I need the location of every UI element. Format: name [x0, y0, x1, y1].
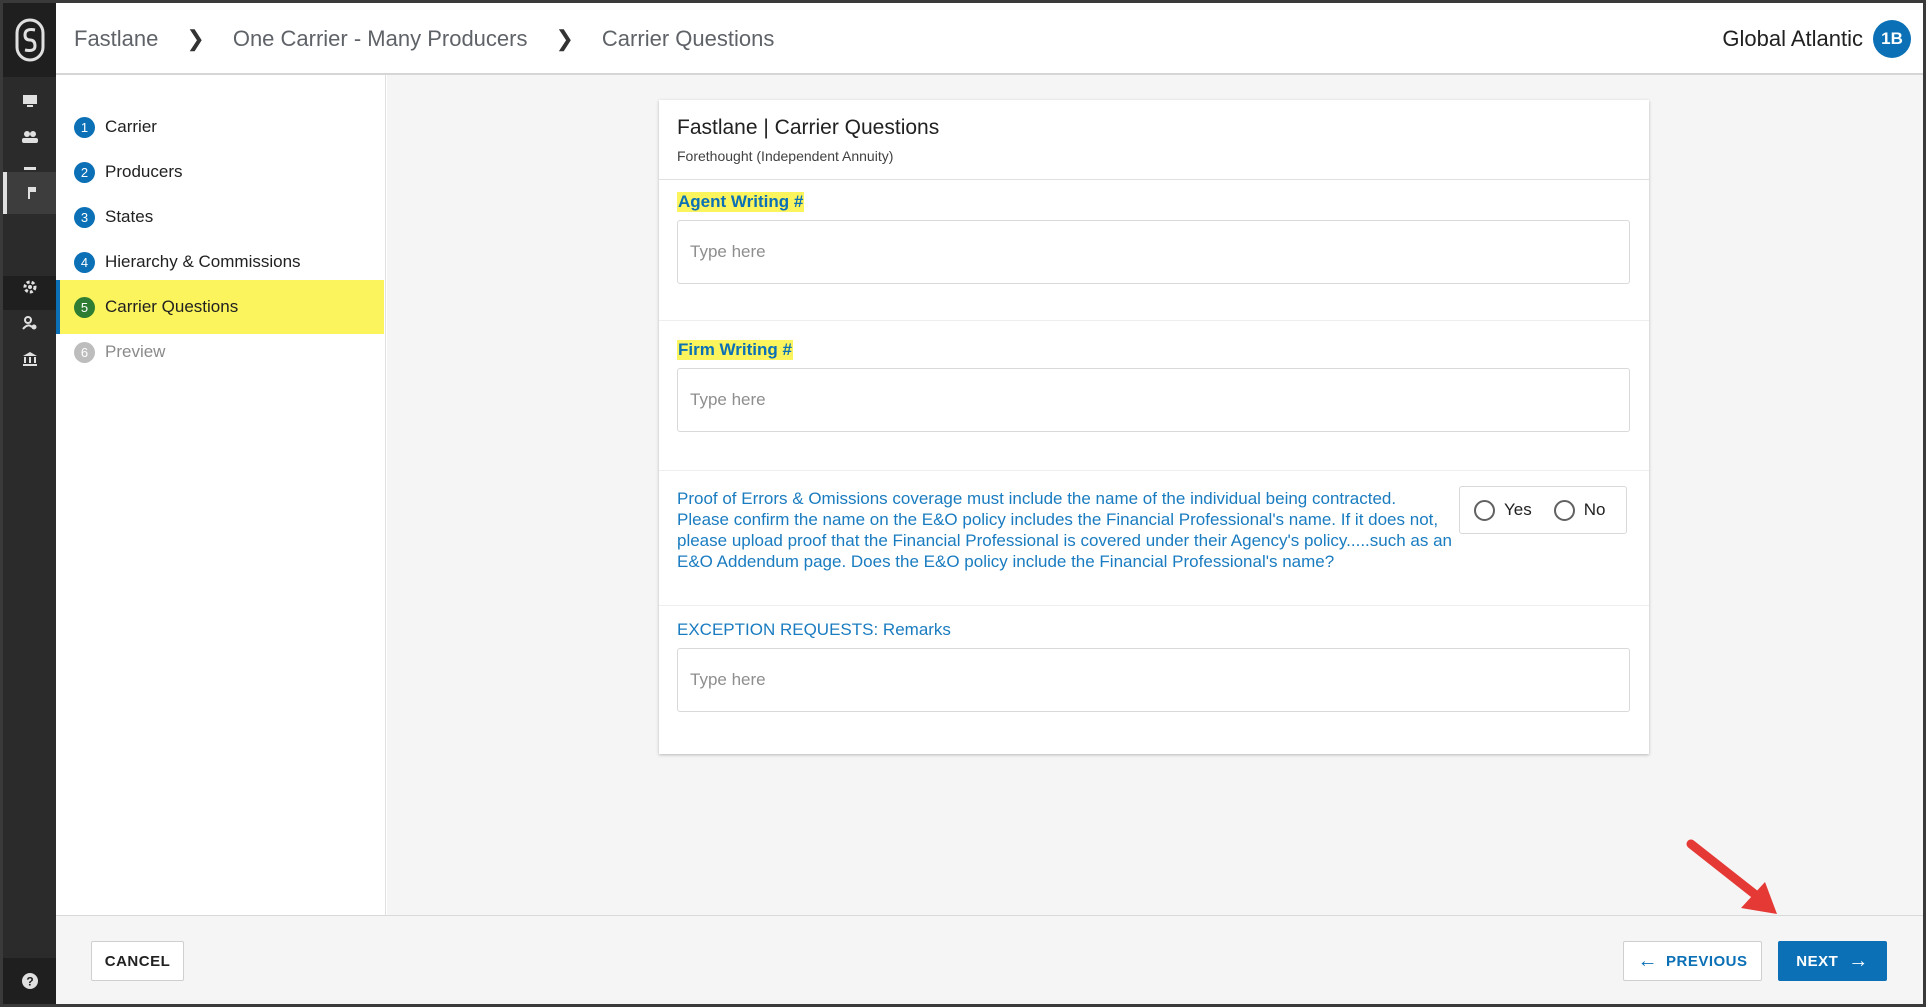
step-label: Carrier Questions [105, 297, 239, 316]
org-name: Global Atlantic [1722, 26, 1863, 51]
page-title: Fastlane | Carrier Questions [677, 116, 940, 139]
firm-writing-label: Firm Writing # [677, 340, 793, 360]
divider [659, 605, 1649, 606]
breadcrumb-workflow[interactable]: One Carrier - Many Producers [233, 26, 528, 52]
gear-icon [23, 280, 36, 294]
org-switcher[interactable]: Global Atlantic 1B [1722, 3, 1911, 75]
step-number: 1 [74, 116, 95, 138]
step-label: Hierarchy & Commissions [105, 252, 301, 271]
firm-writing-input[interactable] [677, 368, 1630, 432]
previous-label: PREVIOUS [1665, 952, 1748, 970]
eo-question-text: Proof of Errors & Omissions coverage mus… [677, 489, 1452, 571]
breadcrumb: Fastlane ❯ One Carrier - Many Producers … [74, 3, 774, 75]
app-logo[interactable] [3, 3, 56, 77]
exception-remarks-input[interactable] [677, 648, 1630, 712]
radio-circle-icon [1553, 499, 1575, 521]
carrier-questions-card: Fastlane | Carrier Questions Forethought… [659, 100, 1649, 754]
monitor-icon [22, 95, 37, 107]
annotation-arrow-icon [1686, 839, 1777, 914]
radio-label: No [1583, 500, 1606, 519]
svg-text:?: ? [26, 975, 33, 989]
top-header: Fastlane ❯ One Carrier - Many Producers … [56, 3, 1923, 75]
step-label: Producers [105, 162, 183, 181]
chevron-right-icon: ❯ [186, 26, 205, 51]
wizard-footer: CANCEL ← PREVIOUS NEXT → [56, 915, 1923, 1004]
help-icon: ? [21, 973, 38, 989]
arrow-right-icon: → [1848, 949, 1869, 972]
logo-icon [15, 18, 44, 62]
exception-requests-label: EXCEPTION REQUESTS: Remarks [677, 620, 951, 639]
app-rail: ? [3, 3, 56, 1004]
next-label: NEXT [1796, 952, 1839, 970]
wizard-steps: 1 Carrier 2 Producers 3 States 4 Hierarc… [56, 75, 386, 915]
page-subtitle: Forethought (Independent Annuity) [677, 148, 894, 164]
breadcrumb-current: Carrier Questions [601, 26, 775, 51]
step-number: 2 [74, 161, 95, 183]
step-label: States [105, 207, 154, 226]
rail-help[interactable]: ? [3, 958, 56, 1004]
people-icon [21, 131, 38, 143]
step-label: Preview [105, 342, 166, 361]
radio-label: Yes [1504, 500, 1532, 519]
rail-item-fastlane[interactable] [3, 172, 56, 214]
card-header: Fastlane | Carrier Questions Forethought… [659, 100, 1649, 180]
radio-circle-icon [1474, 499, 1495, 521]
next-button[interactable]: NEXT → [1778, 941, 1887, 981]
bank-icon [22, 352, 37, 366]
step-preview[interactable]: 6 Preview [56, 325, 384, 379]
eo-radio-group: Yes No [1459, 486, 1627, 534]
breadcrumb-fastlane[interactable]: Fastlane [74, 26, 158, 52]
step-number: 3 [74, 206, 95, 228]
step-number: 6 [74, 341, 95, 363]
step-number: 4 [74, 251, 95, 273]
agent-writing-input[interactable] [677, 220, 1630, 284]
user-settings-icon [21, 316, 36, 330]
divider [659, 470, 1649, 471]
main-content: Fastlane | Carrier Questions Forethought… [387, 75, 1923, 915]
rail-item-institutions[interactable] [3, 338, 56, 380]
step-label: Carrier [105, 117, 157, 136]
previous-button[interactable]: ← PREVIOUS [1623, 941, 1762, 981]
chevron-right-icon: ❯ [555, 26, 574, 51]
divider [659, 320, 1649, 321]
arrow-left-icon: ← [1637, 949, 1658, 972]
eo-yes-radio[interactable]: Yes [1474, 499, 1532, 521]
agent-writing-label: Agent Writing # [677, 192, 805, 212]
eo-no-radio[interactable]: No [1553, 499, 1606, 521]
avatar[interactable]: 1B [1873, 20, 1911, 58]
step-number: 5 [74, 296, 95, 318]
flag-icon [27, 187, 36, 199]
cancel-button[interactable]: CANCEL [91, 941, 184, 981]
